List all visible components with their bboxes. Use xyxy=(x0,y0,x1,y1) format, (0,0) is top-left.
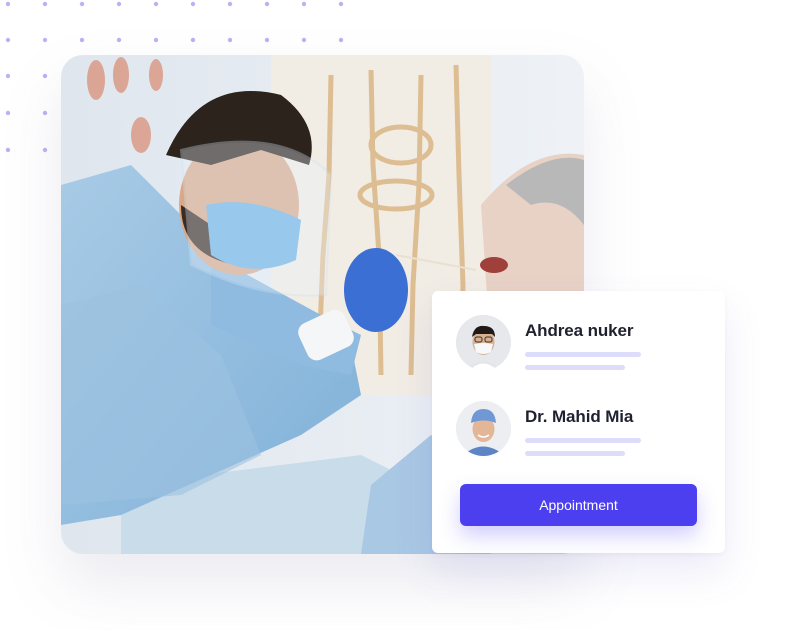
placeholder-line xyxy=(525,352,641,357)
placeholder-line xyxy=(525,451,625,456)
surgeon-avatar-icon xyxy=(456,401,511,456)
doctor-list-item[interactable]: Ahdrea nuker xyxy=(456,315,641,370)
placeholder-line xyxy=(525,365,625,370)
doctor-list-item[interactable]: Dr. Mahid Mia xyxy=(456,401,641,456)
appointment-button[interactable]: Appointment xyxy=(460,484,697,526)
doctor-appointment-card: Ahdrea nuker Dr. Mahid Mia Appointment xyxy=(432,291,725,553)
placeholder-line xyxy=(525,438,641,443)
doctor-name: Dr. Mahid Mia xyxy=(525,407,634,426)
masked-doctor-avatar-icon xyxy=(456,315,511,370)
doctor-name: Ahdrea nuker xyxy=(525,321,634,340)
